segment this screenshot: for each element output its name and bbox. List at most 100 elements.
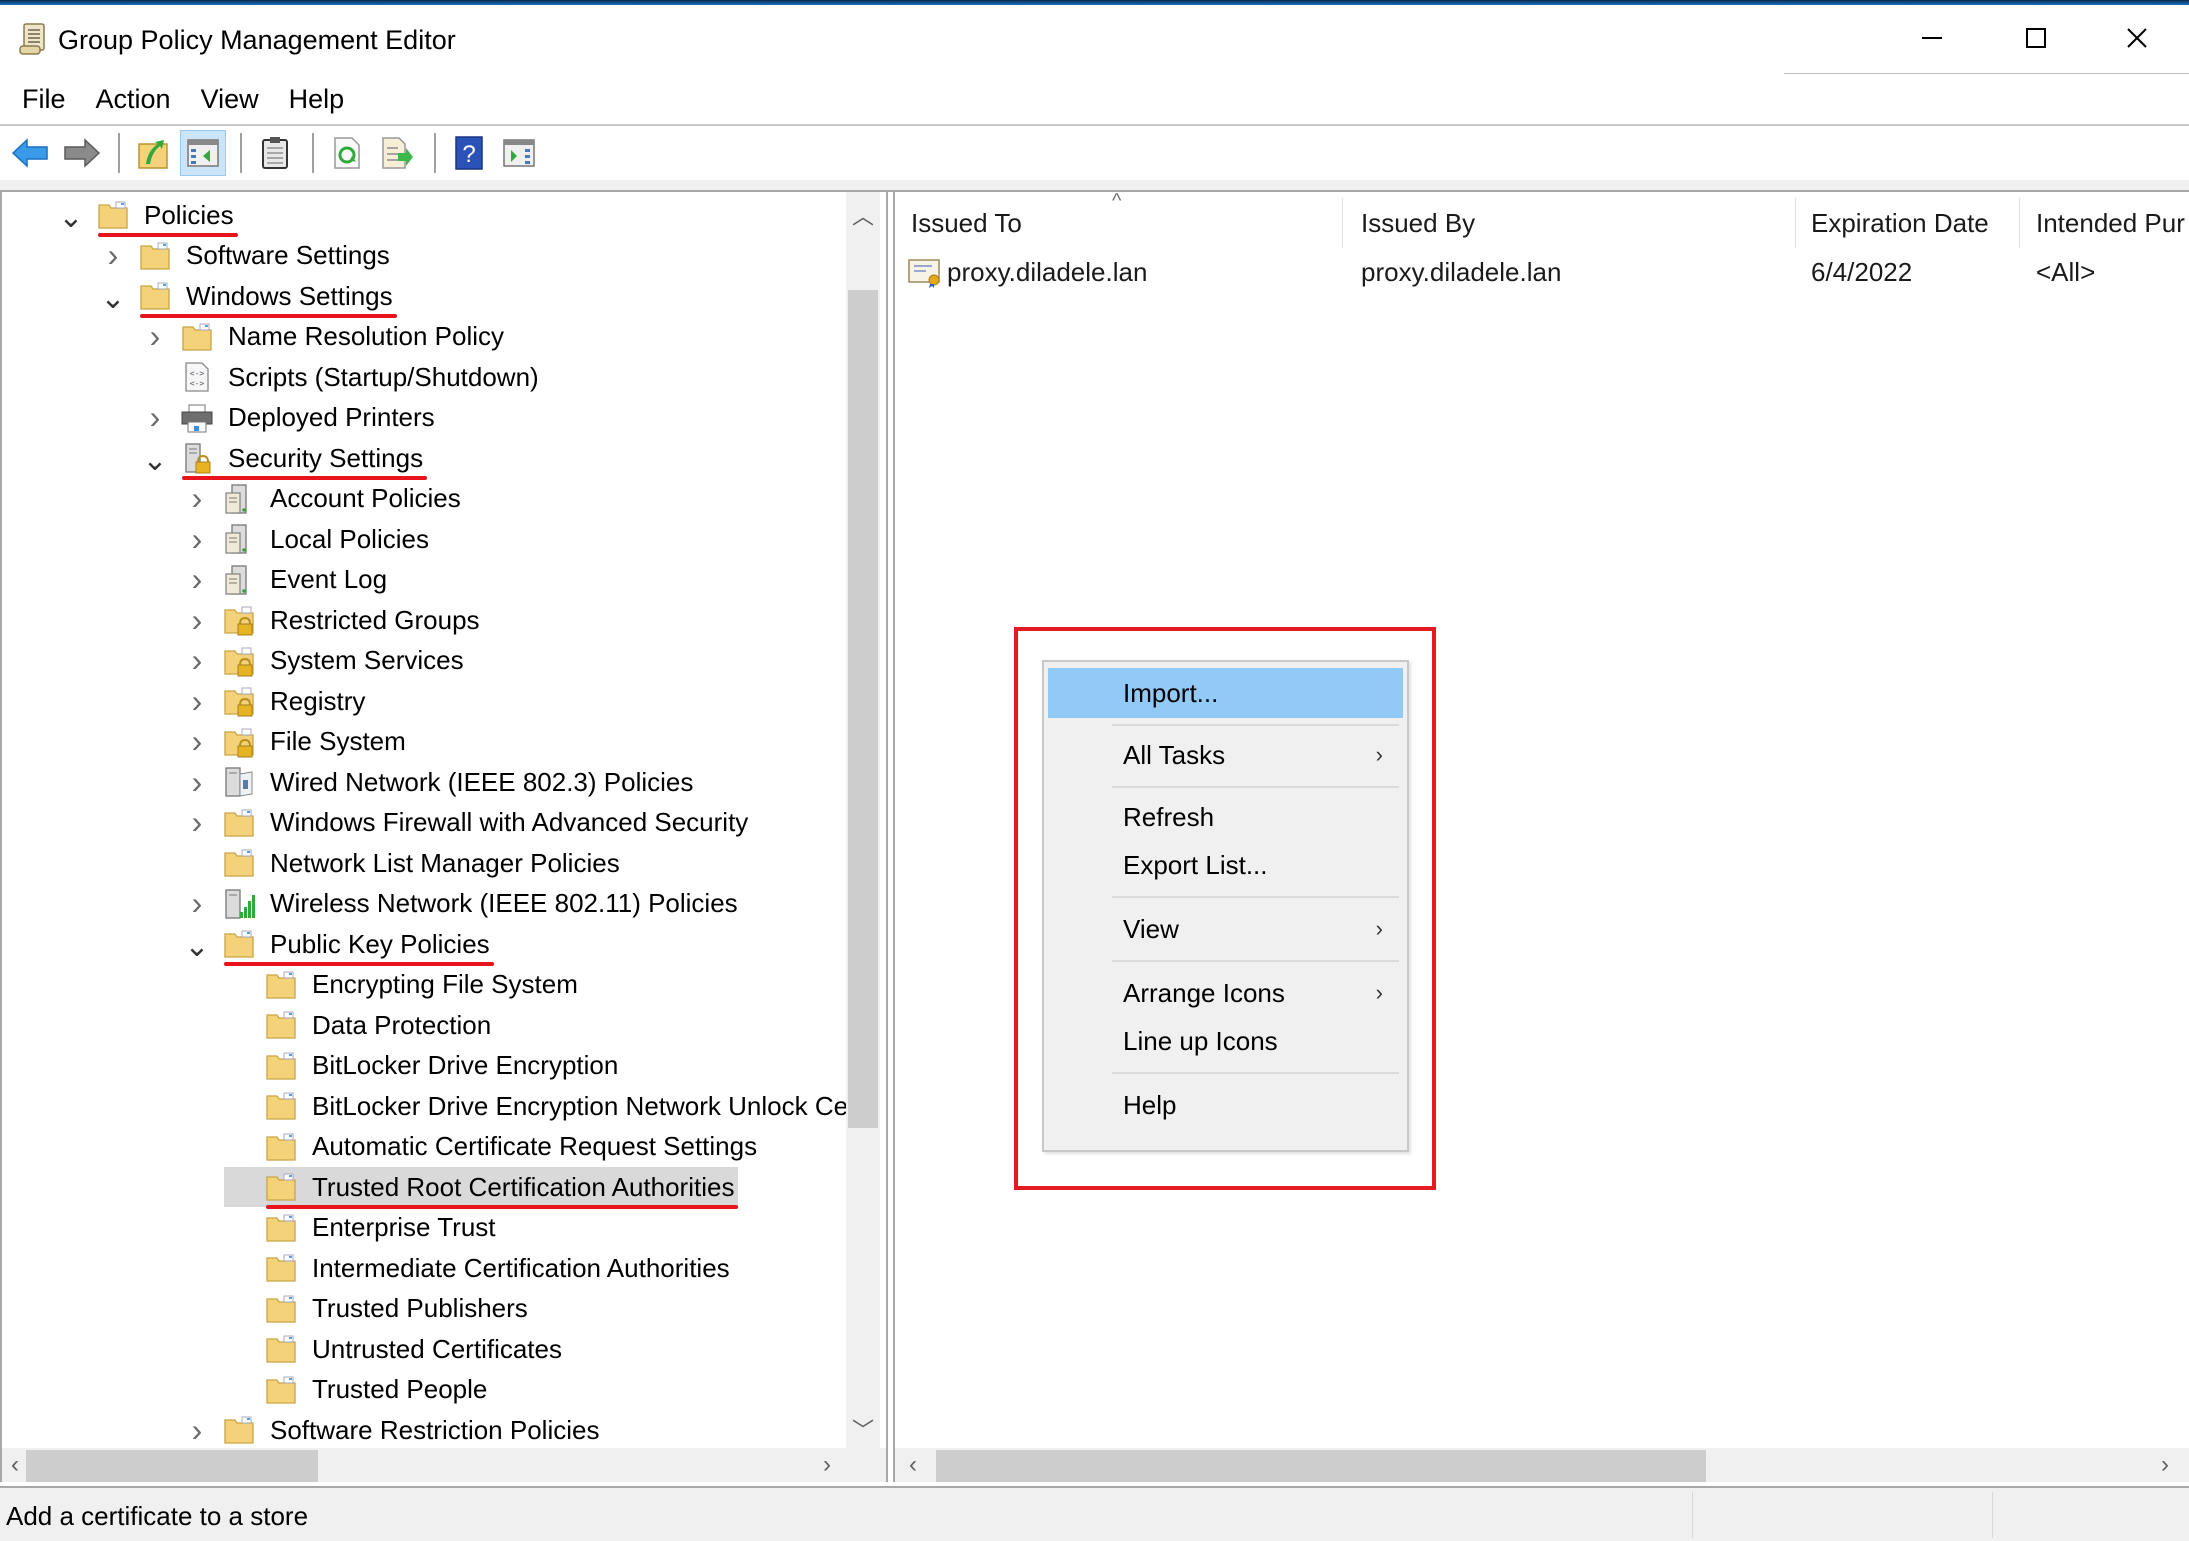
list-scroll-left-button[interactable]: ‹ <box>898 1448 928 1482</box>
tree-item[interactable]: Trusted People <box>224 1370 491 1410</box>
locked-folder-icon <box>222 685 256 717</box>
collapsed-chevron-icon[interactable]: › <box>182 885 212 921</box>
svg-text:<->: <-> <box>190 369 205 378</box>
collapsed-chevron-icon[interactable]: › <box>182 804 212 840</box>
context-menu-arrange-icons[interactable]: Arrange Icons › <box>1048 968 1403 1018</box>
tree-item[interactable]: Trusted Publishers <box>224 1289 532 1329</box>
collapsed-chevron-icon[interactable]: › <box>182 480 212 516</box>
column-header-intended-purposes[interactable]: Intended Pur <box>2036 200 2186 246</box>
tree-item-label: Trusted People <box>312 1374 488 1404</box>
maximize-button[interactable] <box>1984 5 2088 71</box>
collapsed-chevron-icon[interactable]: › <box>182 521 212 557</box>
tree-item[interactable]: › Registry <box>182 681 369 721</box>
list-horizontal-scroll-thumb[interactable] <box>936 1450 1706 1482</box>
column-divider[interactable] <box>2019 198 2020 248</box>
context-menu-separator <box>1112 960 1399 962</box>
column-divider[interactable] <box>1342 198 1343 248</box>
tree-item-label: Restricted Groups <box>270 604 480 635</box>
column-header-issued-by[interactable]: Issued By <box>1361 200 1475 246</box>
context-menu-export-list[interactable]: Export List... <box>1048 840 1403 890</box>
tree-item[interactable]: › Restricted Groups <box>182 600 484 640</box>
tree-item[interactable]: › Windows Firewall with Advanced Security <box>182 803 752 843</box>
column-header-issued-to[interactable]: Issued To <box>911 200 1022 246</box>
tree-item[interactable]: BitLocker Drive Encryption Network Unloc… <box>224 1086 846 1126</box>
tree-item[interactable]: › Software Settings <box>98 236 394 276</box>
context-menu-import[interactable]: Import... <box>1048 668 1403 718</box>
tree-item[interactable]: ⌄ Policies <box>56 195 238 235</box>
tree-item[interactable]: › Account Policies <box>182 479 465 519</box>
tree-item[interactable]: › Software Restriction Policies <box>182 1410 603 1448</box>
tree-item[interactable]: <-> <-> Scripts (Startup/Shutdown) <box>140 357 543 397</box>
column-header-expiration-date[interactable]: Expiration Date <box>1811 200 1989 246</box>
minimize-button[interactable] <box>1880 5 1984 71</box>
tree-item-label: Registry <box>270 685 366 716</box>
chevron-left-icon: ‹ <box>11 1451 19 1478</box>
expanded-chevron-icon[interactable]: ⌄ <box>182 929 212 963</box>
tree-item[interactable]: BitLocker Drive Encryption <box>224 1046 622 1086</box>
tree-item[interactable]: Data Protection <box>224 1005 495 1045</box>
tree-scroll-left-button[interactable]: ‹ <box>4 1448 26 1482</box>
tree-item[interactable]: ⌄ Windows Settings <box>98 276 397 316</box>
expander-placeholder <box>224 1091 254 1121</box>
context-menu-all-tasks[interactable]: All Tasks › <box>1048 730 1403 780</box>
tree-item-label: Name Resolution Policy <box>228 321 505 351</box>
collapsed-chevron-icon[interactable]: › <box>98 237 128 273</box>
context-menu-help[interactable]: Help <box>1048 1080 1403 1130</box>
collapsed-chevron-icon[interactable]: › <box>140 399 170 435</box>
collapsed-chevron-icon[interactable]: › <box>182 764 212 800</box>
tree-item[interactable]: › Local Policies <box>182 519 433 559</box>
collapsed-chevron-icon[interactable]: › <box>182 561 212 597</box>
tree-item-label: Enterprise Trust <box>312 1212 496 1242</box>
expander-placeholder <box>224 970 254 1000</box>
tree-item[interactable]: ⌄ Security Settings <box>140 438 427 478</box>
folder-icon <box>96 199 130 231</box>
tree-item[interactable]: ⌄ Public Key Policies <box>182 924 494 964</box>
collapsed-chevron-icon[interactable]: › <box>182 1412 212 1448</box>
folder-icon <box>264 969 298 1001</box>
tree-scroll-up-button[interactable]: ︿ <box>846 200 880 230</box>
status-bar <box>0 1486 2189 1541</box>
folder-icon <box>138 240 172 272</box>
context-menu-line-up-icons[interactable]: Line up Icons <box>1048 1016 1403 1066</box>
tree-item[interactable]: › Wired Network (IEEE 802.3) Policies <box>182 762 697 802</box>
tree-item[interactable]: Encrypting File System <box>224 965 582 1005</box>
expanded-chevron-icon[interactable]: ⌄ <box>98 281 128 315</box>
status-bar-divider <box>1992 1492 1993 1538</box>
tree-item[interactable]: › Deployed Printers <box>140 398 439 438</box>
tree-item[interactable]: › Wireless Network (IEEE 802.11) Policies <box>182 884 742 924</box>
close-button[interactable] <box>2085 5 2189 71</box>
collapsed-chevron-icon[interactable]: › <box>182 683 212 719</box>
context-menu-label: Line up Icons <box>1123 1025 1278 1056</box>
tree-item-label: Account Policies <box>270 483 461 513</box>
context-menu-separator <box>1112 786 1399 788</box>
collapsed-chevron-icon[interactable]: › <box>182 602 212 638</box>
tree-item[interactable]: › System Services <box>182 641 468 681</box>
column-divider[interactable] <box>1795 198 1796 248</box>
tree-item[interactable]: › Name Resolution Policy <box>140 317 508 357</box>
collapsed-chevron-icon[interactable]: › <box>182 642 212 678</box>
context-menu: Import... All Tasks › Refresh Export Lis… <box>1042 660 1409 1152</box>
tree-item[interactable]: › File System <box>182 722 410 762</box>
expanded-chevron-icon[interactable]: ⌄ <box>56 200 86 234</box>
tree-item[interactable]: Network List Manager Policies <box>182 843 624 883</box>
tree-scroll-down-button[interactable]: ﹀ <box>846 1414 880 1444</box>
tree-vertical-scroll-thumb[interactable] <box>848 290 878 1128</box>
tree-horizontal-scroll-thumb[interactable] <box>26 1450 318 1482</box>
tree-scroll-right-button[interactable]: › <box>812 1448 842 1482</box>
wireless-network-icon <box>222 888 256 920</box>
tree-item[interactable]: Untrusted Certificates <box>224 1329 566 1369</box>
tree-item[interactable]: Automatic Certificate Request Settings <box>224 1127 761 1167</box>
tree-item[interactable]: Intermediate Certification Authorities <box>224 1248 734 1288</box>
tree-item[interactable]: › Event Log <box>182 560 391 600</box>
list-scroll-right-button[interactable]: › <box>2150 1448 2180 1482</box>
expanded-chevron-icon[interactable]: ⌄ <box>140 443 170 477</box>
context-menu-label: Arrange Icons <box>1123 977 1285 1008</box>
collapsed-chevron-icon[interactable]: › <box>140 318 170 354</box>
collapsed-chevron-icon[interactable]: › <box>182 723 212 759</box>
tree-item-label: Untrusted Certificates <box>312 1333 562 1364</box>
context-menu-view[interactable]: View › <box>1048 904 1403 954</box>
context-menu-refresh[interactable]: Refresh <box>1048 792 1403 842</box>
tree-item[interactable]: Trusted Root Certification Authorities <box>224 1167 739 1207</box>
console-tree-items: ⌄ Policies › Software Settings ⌄ Windows Sett… <box>0 0 846 1448</box>
tree-item[interactable]: Enterprise Trust <box>224 1208 500 1248</box>
